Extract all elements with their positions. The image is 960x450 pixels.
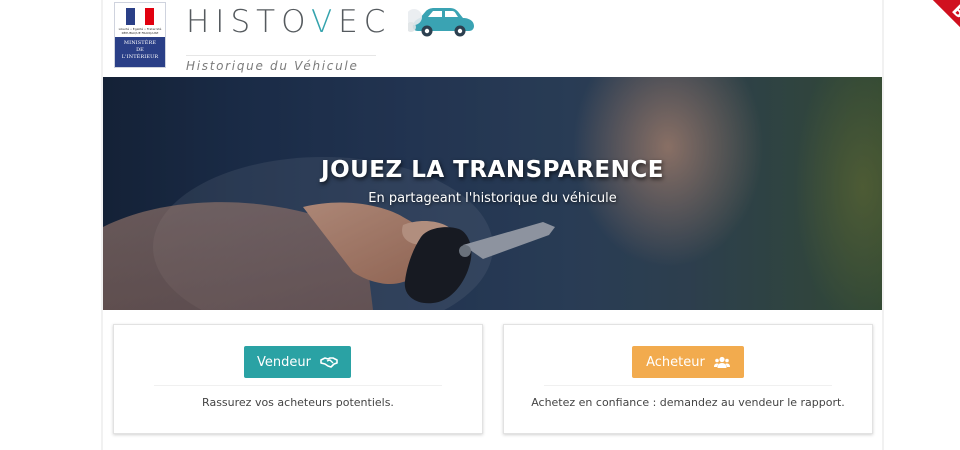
buyer-button[interactable]: Acheteur — [632, 346, 744, 378]
brand-logo[interactable]: HISTOVEC — [186, 4, 391, 40]
users-icon — [713, 356, 730, 368]
page-border-right — [882, 0, 884, 450]
card-divider — [544, 385, 832, 386]
card-divider — [154, 385, 442, 386]
buyer-button-label: Acheteur — [646, 354, 705, 370]
republic-text: Liberté • Égalité • Fraternité RÉPUBLIQU… — [118, 27, 162, 35]
seller-button[interactable]: Vendeur — [244, 346, 351, 378]
french-flag-icon — [126, 8, 154, 25]
handshake-icon — [320, 357, 338, 368]
beta-badge: BETA — [929, 0, 960, 60]
site-tagline: Historique du Véhicule — [186, 55, 376, 73]
buyer-card: Acheteur Achetez en confiance : demandez… — [503, 324, 873, 434]
seller-button-label: Vendeur — [257, 354, 311, 370]
ministry-logo[interactable]: Liberté • Égalité • Fraternité RÉPUBLIQU… — [114, 2, 166, 68]
hero-subtitle: En partageant l'historique du véhicule — [368, 191, 617, 206]
seller-card-text: Rassurez vos acheteurs potentiels. — [202, 396, 394, 409]
seller-card: Vendeur Rassurez vos acheteurs potentiel… — [113, 324, 483, 434]
ministry-label: MINISTÈRE DE L'INTÉRIEUR — [121, 40, 159, 60]
hero-banner: JOUEZ LA TRANSPARENCE En partageant l'hi… — [103, 77, 882, 310]
buyer-card-text: Achetez en confiance : demandez au vende… — [531, 396, 845, 409]
beta-ribbon: BETA — [920, 0, 960, 60]
car-icon — [408, 8, 474, 37]
site-header: Liberté • Égalité • Fraternité RÉPUBLIQU… — [103, 0, 960, 76]
hero-title: JOUEZ LA TRANSPARENCE — [321, 157, 664, 183]
